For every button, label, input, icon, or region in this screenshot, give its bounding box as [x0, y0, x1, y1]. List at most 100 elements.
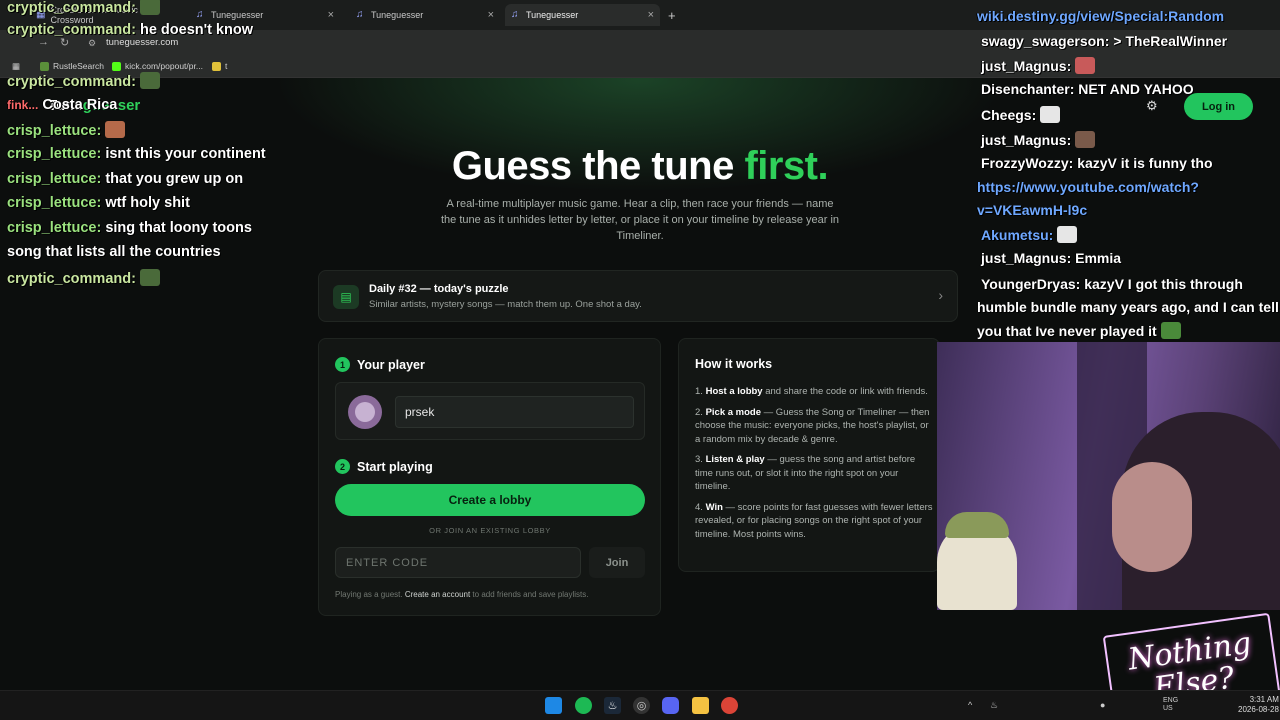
- windows-start-icon[interactable]: [545, 697, 562, 714]
- step-num: 4.: [695, 501, 703, 513]
- pepe-emote-icon: [139, 0, 160, 15]
- daily-puzzle-card[interactable]: ▤ Daily #32 — today's puzzle Similar art…: [318, 270, 958, 322]
- player-card: 1 Your player prsek 2 Start playing Crea…: [318, 338, 661, 616]
- chat-user: cryptic_command:: [7, 74, 136, 90]
- webcam-feed: [937, 342, 1280, 610]
- chat-user: cryptic_command:: [7, 22, 136, 38]
- spotify-icon[interactable]: [575, 697, 592, 714]
- how-steps-list: 1. Host a lobby and share the code or li…: [695, 385, 935, 548]
- steam-icon[interactable]: ♨: [604, 697, 621, 714]
- chrome-icon[interactable]: [721, 697, 738, 714]
- create-lobby-button[interactable]: Create a lobby: [335, 484, 645, 516]
- pepe-emote-icon: [139, 72, 160, 89]
- step-num: 1.: [695, 386, 703, 397]
- close-tab-icon[interactable]: ×: [328, 9, 334, 21]
- clock-date: 2026-08-28: [1238, 705, 1279, 714]
- chat-line: just_Magnus:: [981, 131, 1096, 148]
- player-box: prsek: [335, 382, 645, 440]
- emote-icon: [105, 121, 126, 138]
- step-number: 2: [335, 459, 350, 474]
- chat-line: v=VKEawmH-l9c: [977, 202, 1087, 218]
- chat-link: v=VKEawmH-l9c: [977, 202, 1088, 218]
- chat-line: crisp_lettuce: isnt this your continent: [7, 146, 266, 162]
- music-note-icon: ♫: [196, 9, 204, 20]
- close-tab-icon[interactable]: ×: [648, 9, 654, 21]
- chat-line: https://www.youtube.com/watch?: [977, 179, 1199, 195]
- daily-title: Daily #32 — today's puzzle: [369, 283, 509, 295]
- step-number: 1: [335, 357, 350, 372]
- how-it-works-card: How it works 1. Host a lobby and share t…: [678, 338, 940, 572]
- how-step: 1. Host a lobby and share the code or li…: [695, 385, 935, 399]
- music-note-icon: ♫: [356, 9, 364, 20]
- player-name-input[interactable]: prsek: [395, 396, 634, 428]
- tab-tuneguesser-active[interactable]: ♫ Tuneguesser ×: [505, 4, 660, 26]
- avatar[interactable]: [348, 395, 382, 429]
- language-indicator[interactable]: ENG US: [1163, 697, 1183, 713]
- bookmark-t[interactable]: t: [212, 61, 227, 71]
- settings-gear-icon[interactable]: ⚙: [1146, 98, 1158, 114]
- chat-user: crisp_lettuce:: [7, 171, 102, 187]
- chat-user: crisp_lettuce:: [7, 220, 102, 236]
- how-it-works-title: How it works: [695, 357, 773, 371]
- lobby-code-input[interactable]: ENTER CODE: [335, 547, 581, 578]
- tab-title: Tuneguesser: [526, 10, 579, 20]
- chat-text: you that Ive never played it: [977, 323, 1157, 339]
- step-num: 2.: [695, 406, 703, 418]
- chat-line: YoungerDryas: kazyV I got this through: [981, 276, 1243, 292]
- bookmark-label: t: [225, 61, 228, 71]
- dog-sticker-image: [937, 512, 1017, 610]
- bookmark-label: kick.com/popout/pr...: [125, 61, 203, 71]
- step-num: 3.: [695, 454, 703, 465]
- chat-line: cryptic_command: he doesn't know: [7, 22, 253, 38]
- apps-icon[interactable]: ▦: [12, 61, 20, 72]
- new-tab-icon[interactable]: +: [662, 4, 682, 26]
- tray-steam-icon[interactable]: ♨: [990, 700, 998, 711]
- microphone-icon[interactable]: ●: [1100, 700, 1105, 710]
- step-bold: Win: [705, 501, 723, 513]
- join-button[interactable]: Join: [589, 547, 645, 578]
- chat-text: just_Magnus:: [981, 58, 1072, 74]
- how-step: 4. Win — score points for fast guesses w…: [695, 501, 935, 542]
- bookmark-rustlesearch[interactable]: RustleSearch: [40, 61, 104, 71]
- step-bold: Listen & play: [705, 454, 765, 465]
- pepe-emote-icon: [139, 269, 160, 286]
- clock-time: 3:31 AM: [1249, 695, 1279, 704]
- chat-line: cryptic_command:: [7, 0, 160, 16]
- hero-title: Guess the tune first.: [320, 144, 960, 189]
- avatar-face: [355, 402, 375, 422]
- or-join-label: OR JOIN AN EXISTING LOBBY: [429, 526, 551, 535]
- chat-line: song that lists all the countries: [7, 244, 221, 260]
- file-explorer-icon[interactable]: [692, 697, 709, 714]
- step-label: Your player: [357, 357, 425, 372]
- tab-title: Tuneguesser: [211, 10, 264, 20]
- discord-icon[interactable]: [662, 697, 679, 714]
- chat-user: crisp_lettuce:: [7, 123, 102, 139]
- create-account-link[interactable]: Create an account: [405, 590, 470, 599]
- step-label: Start playing: [357, 459, 433, 474]
- chat-user: cryptic_command:: [7, 0, 136, 16]
- login-button[interactable]: Log in: [1184, 93, 1253, 120]
- kick-icon: [112, 61, 121, 71]
- chevron-right-icon: ›: [938, 287, 943, 303]
- close-tab-icon[interactable]: ×: [488, 9, 494, 21]
- hero-subtitle: A real-time multiplayer music game. Hear…: [440, 198, 840, 242]
- bookmark-kick[interactable]: kick.com/popout/pr...: [112, 61, 203, 71]
- screen: ▦ Crosstune: The Music Crossword ♫ Tuneg…: [0, 0, 1280, 720]
- chat-line: crisp_lettuce: that you grew up on: [7, 171, 243, 187]
- streamer-face: [1112, 462, 1192, 572]
- taskbar-clock[interactable]: 3:31 AM 2026-08-28: [1238, 695, 1279, 715]
- app-icon[interactable]: ◎: [633, 697, 650, 714]
- guest-note-text: Playing as a guest.: [335, 590, 405, 599]
- chat-line: crisp_lettuce: sing that loony toons: [7, 220, 252, 236]
- url-field[interactable]: tuneguesser.com: [106, 37, 178, 48]
- chat-text: Cheegs:: [981, 107, 1037, 123]
- chat-user: crisp_lettuce:: [7, 146, 102, 162]
- chat-user: crisp_lettuce:: [7, 195, 102, 211]
- tray-chevron-icon[interactable]: ^: [968, 700, 972, 710]
- bookmark-favicon: [212, 61, 221, 71]
- tab-tuneguesser-2[interactable]: ♫ Tuneguesser ×: [350, 4, 500, 26]
- chat-line: just_Magnus:: [981, 57, 1096, 74]
- tab-title: Tuneguesser: [371, 10, 424, 20]
- chat-line: crisp_lettuce:: [7, 121, 126, 139]
- site-info-icon[interactable]: ⚙: [88, 38, 96, 49]
